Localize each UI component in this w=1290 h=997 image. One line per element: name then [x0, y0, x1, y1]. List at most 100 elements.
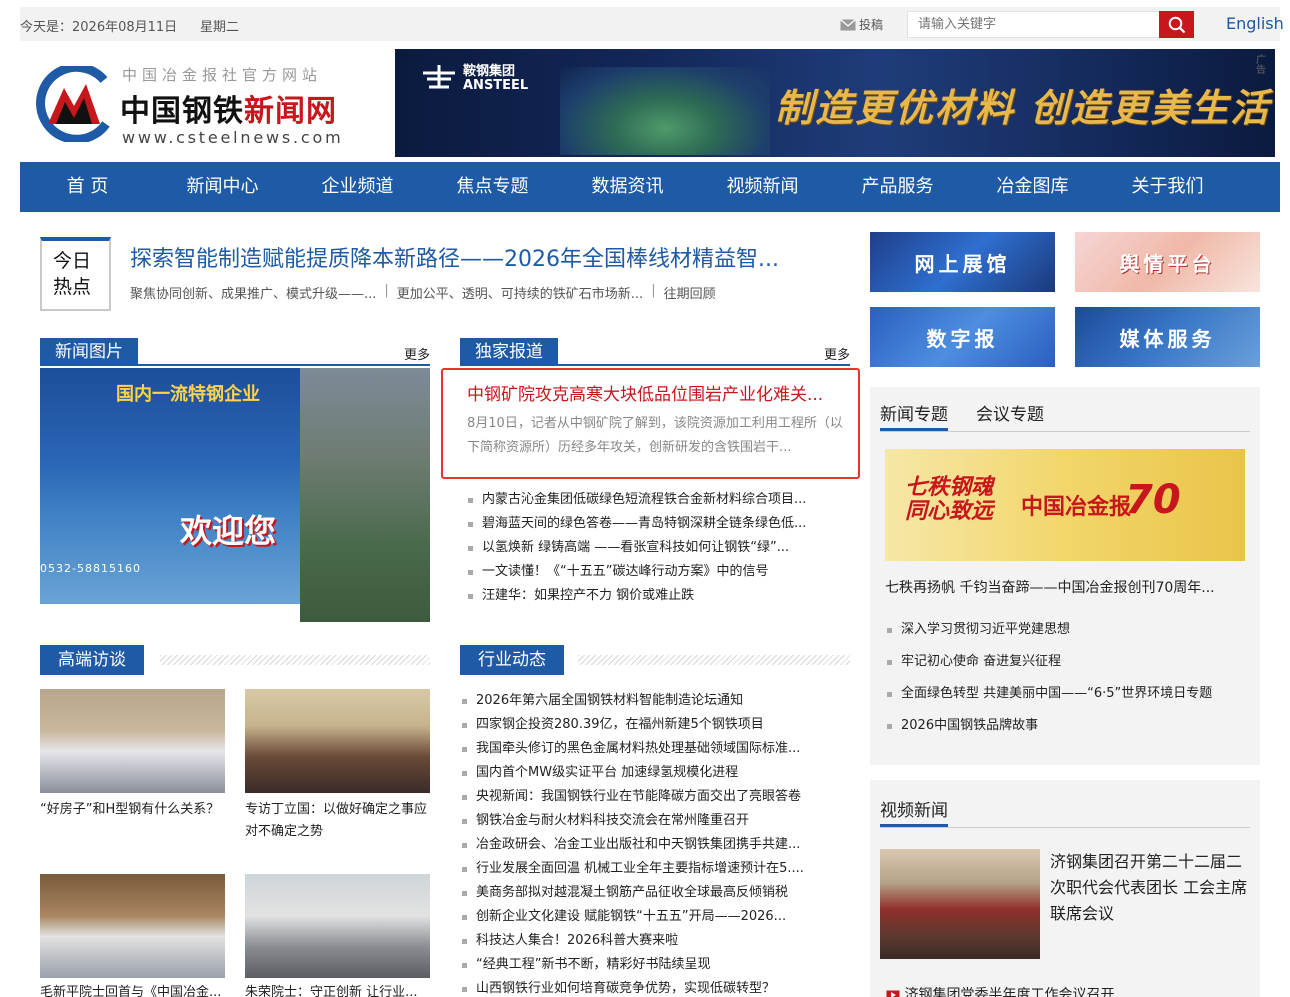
list-item[interactable]: “经典工程”新书不断，精彩好书陆续呈现 [460, 953, 830, 977]
badge-line1: 今日 [53, 250, 92, 272]
hot-subhead-2[interactable]: 更加公平、透明、可持续的铁矿石市场新... [397, 283, 643, 302]
english-link[interactable]: English [1226, 14, 1284, 33]
tile-sentiment-platform[interactable]: 舆情平台 [1075, 232, 1260, 292]
list-item[interactable]: 以氢焕新 绿铸高端 ——看张宣科技如何让钢铁“绿”... [466, 536, 836, 560]
photo-ad-panel: 国内一流特钢企业 欢迎您 0532-58815160 [40, 368, 300, 604]
video-panel: 视频新闻 济钢集团召开第二十二届二次职代会代表团长 工会主席联席会议 济钢集团党… [870, 780, 1260, 997]
nav-focus[interactable]: 焦点专题 [425, 162, 560, 212]
list-item[interactable]: 2026中国钢铁品牌故事 [885, 710, 1255, 742]
hot-subhead-1[interactable]: 聚焦协同创新、成果推广、模式升级——... [130, 283, 376, 302]
news-photo-image[interactable]: 国内一流特钢企业 欢迎您 0532-58815160 [40, 368, 430, 622]
nav-data[interactable]: 数据资讯 [560, 162, 695, 212]
interview-thumb-4[interactable] [245, 874, 430, 978]
list-item[interactable]: 冶金政研会、冶金工业出版社和中天钢铁集团携手共建... [460, 833, 830, 857]
logo-url: www.csteelnews.com [122, 128, 344, 147]
photo-ad-phone: 0532-58815160 [40, 562, 141, 575]
list-item[interactable]: 行业发展全面回温 机械工业全年主要指标增速预计在5.... [460, 857, 830, 881]
ansteel-logo-icon [423, 65, 455, 89]
list-item[interactable]: 牢记初心使命 奋进复兴征程 [885, 646, 1255, 678]
list-item[interactable]: 全面绿色转型 共建美丽中国——“6·5”世界环境日专题 [885, 678, 1255, 710]
interview-thumb-2[interactable] [245, 689, 430, 793]
tile-media-service[interactable]: 媒体服务 [1075, 307, 1260, 367]
tab-news-topics[interactable]: 新闻专题 [880, 400, 948, 431]
list-item[interactable]: 央视新闻：我国钢铁行业在节能降碳方面交出了亮眼答卷 [460, 785, 830, 809]
list-item[interactable]: 深入学习贯彻习近平党建思想 [885, 614, 1255, 646]
current-date: 今天是：2026年08月11日 [20, 20, 178, 35]
interview-caption-3[interactable]: 毛新平院士回首与《中国冶金... [40, 982, 225, 997]
exclusive-lead-summary: 8月10日，记者从中钢矿院了解到，该院资源加工利用工程所（以下简称资源所）历经多… [467, 416, 843, 455]
hot-headline[interactable]: 探索智能制造赋能提质降本新路径——2026年全国棒线材精益智... [130, 241, 780, 273]
video-header: 视频新闻 [880, 796, 1250, 828]
list-item[interactable]: 美商务部拟对越混凝土钢筋产品征收全球最高反倾销税 [460, 881, 830, 905]
news-photo-more[interactable]: 更多 [404, 344, 430, 363]
nav-video[interactable]: 视频新闻 [695, 162, 830, 212]
nav-news-center[interactable]: 新闻中心 [155, 162, 290, 212]
header-stripes [578, 655, 850, 665]
topic-banner-paper: 中国冶金报 [1021, 494, 1132, 520]
interview-caption-4[interactable]: 朱荣院士：守正创新 让行业... [245, 982, 430, 997]
list-item[interactable]: 科技达人集合！2026科普大赛来啦 [460, 929, 830, 953]
video-lead-title[interactable]: 济钢集团召开第二十二届二次职代会代表团长 工会主席联席会议 [1050, 849, 1250, 927]
nav-home[interactable]: 首 页 [20, 162, 155, 212]
nav-about[interactable]: 关于我们 [1100, 162, 1235, 212]
list-item[interactable]: 我国牵头修订的黑色金属材料热处理基础领域国际标准... [460, 737, 830, 761]
separator: | [651, 283, 656, 298]
interview-thumb-1[interactable] [40, 689, 225, 793]
topic-banner-slogan: 七秩钢魂 同心致远 [905, 474, 994, 524]
exclusive-lead[interactable]: 中钢矿院攻克高寒大块低品位围岩产业化难关... 8月10日，记者从中钢矿院了解到… [441, 368, 860, 479]
hot-subheads: 聚焦协同创新、成果推广、模式升级——... | 更加公平、透明、可持续的铁矿石市… [130, 283, 850, 302]
video-next-item[interactable]: 济钢集团党委半年度工作会议召开 [886, 984, 1114, 997]
banner-brand-en: ANSTEEL [463, 78, 529, 93]
current-weekday: 星期二 [200, 20, 240, 35]
list-item[interactable]: 钢铁冶金与耐火材料科技交流会在常州隆重召开 [460, 809, 830, 833]
list-item[interactable]: 碧海蓝天间的绿色答卷——青岛特钢深耕全链条绿色低... [466, 512, 836, 536]
interview-caption-2[interactable]: 专访丁立国：以做好确定之事应对不确定之势 [245, 799, 430, 843]
nav-enterprise[interactable]: 企业频道 [290, 162, 425, 212]
tile-digital-paper[interactable]: 数字报 [870, 307, 1055, 367]
industry-title: 行业动态 [460, 645, 564, 675]
photo-plant-view [300, 368, 430, 622]
photo-bottom-strip [40, 604, 300, 622]
search-button[interactable] [1159, 11, 1194, 38]
list-item[interactable]: 内蒙古沁金集团低碳绿色短流程铁合金新材料综合项目... [466, 488, 836, 512]
exclusive-more[interactable]: 更多 [824, 344, 850, 363]
list-item[interactable]: 四家钢企投资280.39亿，在福州新建5个钢铁项目 [460, 713, 830, 737]
main-nav: 首 页 新闻中心 企业频道 焦点专题 数据资讯 视频新闻 产品服务 冶金图库 关… [20, 162, 1280, 212]
list-item[interactable]: 创新企业文化建设 赋能钢铁“十五五”开局——2026... [460, 905, 830, 929]
search-icon [1168, 16, 1185, 33]
photo-ad-title: 国内一流特钢企业 [116, 384, 260, 405]
topics-list: 深入学习贯彻习近平党建思想 牢记初心使命 奋进复兴征程 全面绿色转型 共建美丽中… [885, 614, 1255, 742]
exclusive-list: 内蒙古沁金集团低碳绿色短流程铁合金新材料综合项目... 碧海蓝天间的绿色答卷——… [466, 488, 836, 608]
photo-ad-welcome: 欢迎您 [180, 512, 277, 550]
interview-caption-1[interactable]: “好房子”和H型钢有什么关系？ [40, 799, 225, 821]
interview-thumb-3[interactable] [40, 874, 225, 978]
nav-gallery[interactable]: 冶金图库 [965, 162, 1100, 212]
banner-ad[interactable]: 鞍钢集团 ANSTEEL 制造更优材料 创造更美生活 [395, 49, 1275, 157]
nav-products[interactable]: 产品服务 [830, 162, 965, 212]
site-logo[interactable]: 中国冶金报社官方网站 中国钢铁新闻网 www.csteelnews.com [34, 62, 364, 150]
topic-banner-image[interactable]: 七秩钢魂 同心致远 中国冶金报 70 [885, 449, 1245, 561]
banner-brand: 鞍钢集团 ANSTEEL [463, 65, 528, 93]
logo-subtitle: 中国冶金报社官方网站 [122, 66, 323, 84]
today-hot-badge: 今日 热点 [40, 237, 111, 311]
topic-caption[interactable]: 七秩再扬帆 千钧当奋蹄——中国冶金报创刊70周年... [885, 577, 1245, 597]
list-item[interactable]: 汪建华：如果控产不力 钢价或难止跌 [466, 584, 836, 608]
news-photo-header: 新闻图片 更多 [40, 338, 430, 366]
search-input[interactable] [907, 11, 1159, 38]
list-item[interactable]: 国内首个MW级实证平台 加速绿氢规模化进程 [460, 761, 830, 785]
tab-meeting-topics[interactable]: 会议专题 [976, 400, 1044, 431]
top-bar: 今天是：2026年08月11日 星期二 投稿 English [20, 7, 1284, 41]
hot-subhead-history[interactable]: 往期回顾 [664, 283, 716, 302]
tile-online-exhibition[interactable]: 网上展馆 [870, 232, 1055, 292]
industry-header: 行业动态 [460, 645, 850, 675]
list-item[interactable]: 山西钢铁行业如何培育碳竞争优势，实现低碳转型？ [460, 977, 830, 997]
list-item[interactable]: 2026年第六届全国钢铁材料智能制造论坛通知 [460, 689, 830, 713]
video-thumbnail[interactable] [880, 849, 1040, 959]
exclusive-header: 独家报道 更多 [460, 338, 850, 366]
submit-label: 投稿 [859, 18, 884, 32]
logo-name-red: 新闻网 [244, 94, 337, 129]
exclusive-lead-title[interactable]: 中钢矿院攻克高寒大块低品位围岩产业化难关... [467, 380, 847, 405]
submit-link[interactable]: 投稿 [840, 16, 883, 33]
video-next-title: 济钢集团党委半年度工作会议召开 [904, 987, 1115, 997]
list-item[interactable]: 一文读懂！《“十五五”碳达峰行动方案》中的信号 [466, 560, 836, 584]
